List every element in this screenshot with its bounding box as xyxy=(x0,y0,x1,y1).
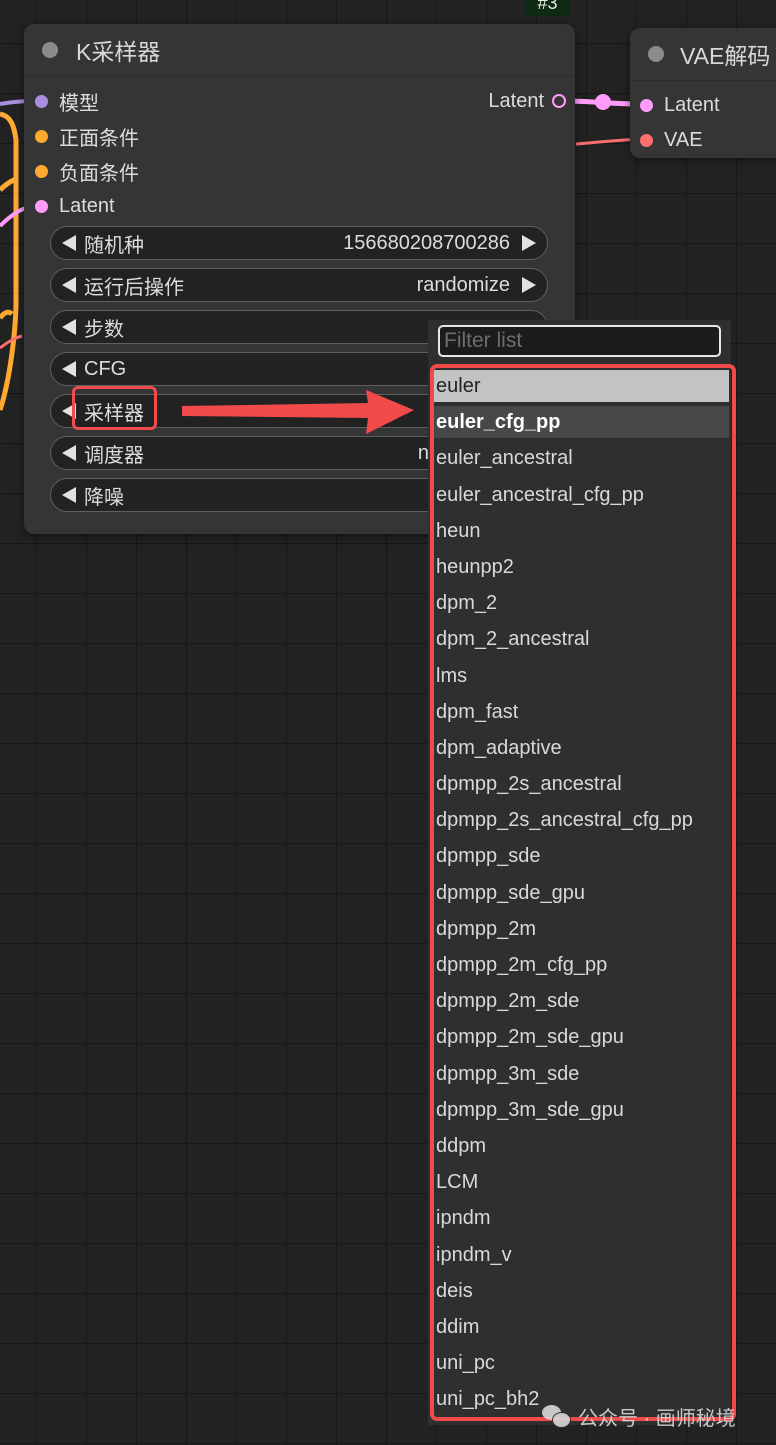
sampler-option[interactable]: dpmpp_2s_ancestral xyxy=(433,768,729,800)
sampler-option[interactable]: ddim xyxy=(433,1311,729,1343)
sampler-option[interactable]: ipndm xyxy=(433,1202,729,1234)
sampler-option[interactable]: dpm_2 xyxy=(433,587,729,619)
sampler-options-list[interactable]: euler euler_cfg_pp euler_ancestral euler_an… xyxy=(433,370,729,1419)
sampler-option[interactable]: euler xyxy=(433,370,729,402)
sampler-option[interactable]: dpmpp_2s_ancestral_cfg_pp xyxy=(433,804,729,836)
sampler-option[interactable]: euler_ancestral_cfg_pp xyxy=(433,479,729,511)
sampler-option[interactable]: dpmpp_2m xyxy=(433,913,729,945)
watermark-text: 公众号 · 画师秘境 xyxy=(578,1407,736,1430)
sampler-option[interactable]: dpmpp_sde xyxy=(433,840,729,872)
sampler-option[interactable]: dpmpp_3m_sde xyxy=(433,1058,729,1090)
sampler-option[interactable]: ipndm_v xyxy=(433,1239,729,1271)
sampler-option[interactable]: dpmpp_2m_cfg_pp xyxy=(433,949,729,981)
sampler-option[interactable]: euler_cfg_pp xyxy=(433,406,729,439)
sampler-option[interactable]: lms xyxy=(433,660,729,692)
sampler-option[interactable]: ddpm xyxy=(433,1130,729,1162)
sampler-option[interactable]: heunpp2 xyxy=(433,551,729,583)
sampler-option[interactable]: dpmpp_2m_sde_gpu xyxy=(433,1021,729,1053)
sampler-option[interactable]: euler_ancestral xyxy=(433,442,729,474)
sampler-option[interactable]: dpmpp_3m_sde_gpu xyxy=(433,1094,729,1126)
wechat-icon xyxy=(542,1404,571,1428)
sampler-option[interactable]: dpmpp_sde_gpu xyxy=(433,877,729,909)
sampler-option[interactable]: LCM xyxy=(433,1166,729,1198)
sampler-option[interactable]: dpm_2_ancestral xyxy=(433,623,729,655)
filter-list-input[interactable] xyxy=(438,325,721,357)
sampler-option[interactable]: heun xyxy=(433,515,729,547)
sampler-option[interactable]: dpmpp_2m_sde xyxy=(433,985,729,1017)
sampler-option[interactable]: uni_pc xyxy=(433,1347,729,1379)
sampler-dropdown-menu[interactable]: euler euler_cfg_ppeuler_ancestral euler_an… xyxy=(428,320,731,1425)
sampler-option[interactable]: dpm_fast xyxy=(433,696,729,728)
sampler-option[interactable]: deis xyxy=(433,1275,729,1307)
watermark: 公众号 · 画师秘境 xyxy=(542,1400,736,1432)
sampler-option[interactable]: dpm_adaptive xyxy=(433,732,729,764)
